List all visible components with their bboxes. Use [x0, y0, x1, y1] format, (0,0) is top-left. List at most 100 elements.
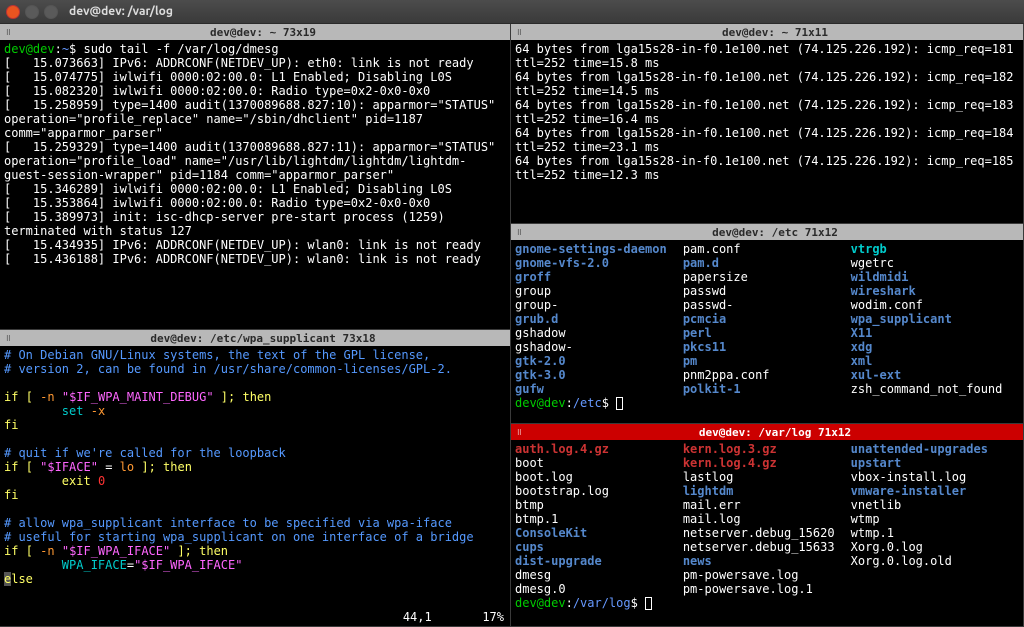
- ls-entry: lightdm: [683, 484, 851, 498]
- ls-entry: passwd-: [683, 298, 851, 312]
- pane-grip-icon[interactable]: ⠿: [513, 428, 527, 436]
- ls-entry: news: [683, 554, 851, 568]
- ls-entry: gtk-3.0: [515, 368, 683, 382]
- pane-title: dev@dev: ~ 71x11: [529, 26, 1021, 39]
- ls-entry: kern.log.3.gz: [683, 442, 851, 456]
- ls-entry: pam.d: [683, 256, 851, 270]
- ls-entry: pm-powersave.log: [683, 568, 851, 582]
- ls-entry: btmp.1: [515, 512, 683, 526]
- ls-entry: mail.err: [683, 498, 851, 512]
- ls-entry: cups: [515, 540, 683, 554]
- maximize-button[interactable]: [44, 5, 58, 19]
- ls-entry: netserver.debug_15620: [683, 526, 851, 540]
- ls-entry: wtmp: [851, 512, 1019, 526]
- ls-entry: passwd: [683, 284, 851, 298]
- pane-title: dev@dev: /var/log 71x12: [529, 426, 1021, 439]
- pane-grip-icon[interactable]: ⠿: [2, 28, 16, 36]
- ls-entry: xdg: [851, 340, 1019, 354]
- ls-entry: vbox-install.log: [851, 470, 1019, 484]
- ls-entry: pm: [683, 354, 851, 368]
- ls-entry: dmesg.0: [515, 582, 683, 596]
- workspace: ⠿ dev@dev: ~ 73x19 dev@dev:~$ sudo tail …: [0, 24, 1024, 627]
- ls-entry: gtk-2.0: [515, 354, 683, 368]
- ls-entry: lastlog: [683, 470, 851, 484]
- ls-entry: mail.log: [683, 512, 851, 526]
- ls-entry: wireshark: [851, 284, 1019, 298]
- minimize-button[interactable]: [25, 5, 39, 19]
- ls-entry: gnome-settings-daemon: [515, 242, 683, 256]
- ls-entry: pm-powersave.log.1: [683, 582, 851, 596]
- editor-statusline: 44,1 17%: [403, 610, 504, 624]
- ls-entry: wpa_supplicant: [851, 312, 1019, 326]
- terminal-output[interactable]: gnome-settings-daemongnome-vfs-2.0groffg…: [511, 240, 1023, 423]
- ls-entry: boot.log: [515, 470, 683, 484]
- window-title: dev@dev: /var/log: [69, 5, 173, 18]
- ls-entry: pkcs11: [683, 340, 851, 354]
- ls-entry: group-: [515, 298, 683, 312]
- ls-entry: pnm2ppa.conf: [683, 368, 851, 382]
- terminal-output[interactable]: auth.log.4.gzbootboot.logbootstrap.logbt…: [511, 440, 1023, 626]
- ls-entry: auth.log.4.gz: [515, 442, 683, 456]
- ls-entry: dist-upgrade: [515, 554, 683, 568]
- ls-entry: ConsoleKit: [515, 526, 683, 540]
- pane-grip-icon[interactable]: ⠿: [513, 28, 527, 36]
- ls-entry: perl: [683, 326, 851, 340]
- ls-entry: wgetrc: [851, 256, 1019, 270]
- ls-entry: wtmp.1: [851, 526, 1019, 540]
- pane-header[interactable]: ⠿ dev@dev: ~ 73x19: [0, 24, 510, 40]
- ls-entry: gshadow: [515, 326, 683, 340]
- cursor-position: 44,1: [403, 610, 432, 624]
- ls-entry: kern.log.4.gz: [683, 456, 851, 470]
- pane-header-active[interactable]: ⠿ dev@dev: /var/log 71x12: [511, 424, 1023, 440]
- editor-output[interactable]: # On Debian GNU/Linux systems, the text …: [0, 346, 510, 626]
- pane-ping[interactable]: ⠿ dev@dev: ~ 71x11 64 bytes from lga15s2…: [511, 24, 1024, 224]
- pane-etc-ls[interactable]: ⠿ dev@dev: /etc 71x12 gnome-settings-dae…: [511, 224, 1024, 424]
- ls-entry: upstart: [851, 456, 1019, 470]
- ls-entry: boot: [515, 456, 683, 470]
- ls-entry: btmp: [515, 498, 683, 512]
- ls-entry: gnome-vfs-2.0: [515, 256, 683, 270]
- ls-entry: dmesg: [515, 568, 683, 582]
- ls-entry: xul-ext: [851, 368, 1019, 382]
- ls-entry: Xorg.0.log: [851, 540, 1019, 554]
- ls-entry: Xorg.0.log.old: [851, 554, 1019, 568]
- ls-entry: groff: [515, 270, 683, 284]
- pane-title: dev@dev: /etc/wpa_supplicant 73x18: [18, 332, 508, 345]
- ls-entry: gshadow-: [515, 340, 683, 354]
- pane-varlog-ls[interactable]: ⠿ dev@dev: /var/log 71x12 auth.log.4.gzb…: [511, 424, 1024, 627]
- ls-entry: vnetlib: [851, 498, 1019, 512]
- ls-entry: bootstrap.log: [515, 484, 683, 498]
- scroll-percent: 17%: [482, 610, 504, 624]
- pane-header[interactable]: ⠿ dev@dev: ~ 71x11: [511, 24, 1023, 40]
- pane-title: dev@dev: /etc 71x12: [529, 226, 1021, 239]
- ls-entry: wildmidi: [851, 270, 1019, 284]
- ls-entry: zsh_command_not_found: [851, 382, 1019, 396]
- ls-entry: vmware-installer: [851, 484, 1019, 498]
- close-button[interactable]: [6, 5, 20, 19]
- ls-entry: grub.d: [515, 312, 683, 326]
- ls-entry: netserver.debug_15633: [683, 540, 851, 554]
- terminal-output[interactable]: dev@dev:~$ sudo tail -f /var/log/dmesg […: [0, 40, 510, 329]
- window-titlebar[interactable]: dev@dev: /var/log: [0, 0, 1024, 24]
- terminal-output[interactable]: 64 bytes from lga15s28-in-f0.1e100.net (…: [511, 40, 1023, 223]
- ls-entry: group: [515, 284, 683, 298]
- ls-entry: pcmcia: [683, 312, 851, 326]
- ls-entry: papersize: [683, 270, 851, 284]
- pane-wpa-supplicant[interactable]: ⠿ dev@dev: /etc/wpa_supplicant 73x18 # O…: [0, 330, 511, 627]
- pane-dmesg[interactable]: ⠿ dev@dev: ~ 73x19 dev@dev:~$ sudo tail …: [0, 24, 511, 330]
- cursor: [616, 397, 623, 410]
- ls-entry: unattended-upgrades: [851, 442, 1019, 456]
- ls-entry: xml: [851, 354, 1019, 368]
- pane-header[interactable]: ⠿ dev@dev: /etc/wpa_supplicant 73x18: [0, 330, 510, 346]
- ls-entry: gufw: [515, 382, 683, 396]
- cursor: [645, 597, 652, 610]
- pane-title: dev@dev: ~ 73x19: [18, 26, 508, 39]
- pane-header[interactable]: ⠿ dev@dev: /etc 71x12: [511, 224, 1023, 240]
- ls-entry: vtrgb: [851, 242, 1019, 256]
- pane-grip-icon[interactable]: ⠿: [2, 334, 16, 342]
- ls-entry: pam.conf: [683, 242, 851, 256]
- ls-entry: wodim.conf: [851, 298, 1019, 312]
- ls-entry: X11: [851, 326, 1019, 340]
- ls-entry: polkit-1: [683, 382, 851, 396]
- pane-grip-icon[interactable]: ⠿: [513, 228, 527, 236]
